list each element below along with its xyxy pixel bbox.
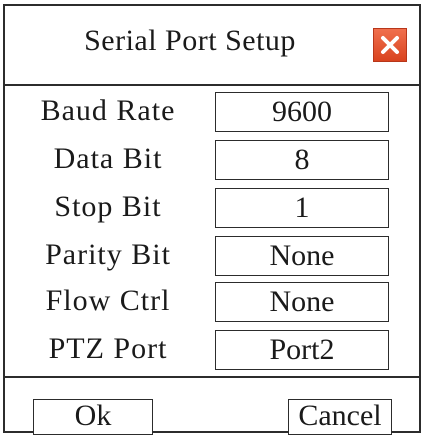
field-label: Data Bit <box>53 142 163 175</box>
field-label: Parity Bit <box>45 238 171 271</box>
ptz-port-select[interactable]: Port2 <box>215 330 389 370</box>
serial-port-setup-dialog: Serial Port Setup Baud Rate 9600 Data Bi… <box>3 4 421 435</box>
close-icon <box>381 36 399 54</box>
dialog-title: Serial Port Setup <box>84 24 296 57</box>
close-button[interactable] <box>373 28 407 62</box>
parity-bit-select[interactable]: None <box>215 236 389 276</box>
flow-ctrl-select[interactable]: None <box>215 282 389 322</box>
field-stop-bit: Stop Bit 1 <box>5 188 419 232</box>
stop-bit-select[interactable]: 1 <box>215 188 389 228</box>
data-bit-select[interactable]: 8 <box>215 140 389 180</box>
field-label: Stop Bit <box>54 190 162 223</box>
field-label: PTZ Port <box>48 332 168 365</box>
field-parity-bit: Parity Bit None <box>5 236 419 280</box>
field-baud-rate: Baud Rate 9600 <box>5 92 419 136</box>
field-label: Flow Ctrl <box>45 284 171 317</box>
cancel-button[interactable]: Cancel <box>288 399 392 435</box>
field-label: Baud Rate <box>40 94 176 127</box>
footer-divider <box>5 376 419 378</box>
field-flow-ctrl: Flow Ctrl None <box>5 282 419 326</box>
title-bar: Serial Port Setup <box>5 6 419 86</box>
field-data-bit: Data Bit 8 <box>5 140 419 184</box>
ok-button[interactable]: Ok <box>33 399 153 435</box>
field-ptz-port: PTZ Port Port2 <box>5 330 419 374</box>
baud-rate-select[interactable]: 9600 <box>215 92 389 132</box>
